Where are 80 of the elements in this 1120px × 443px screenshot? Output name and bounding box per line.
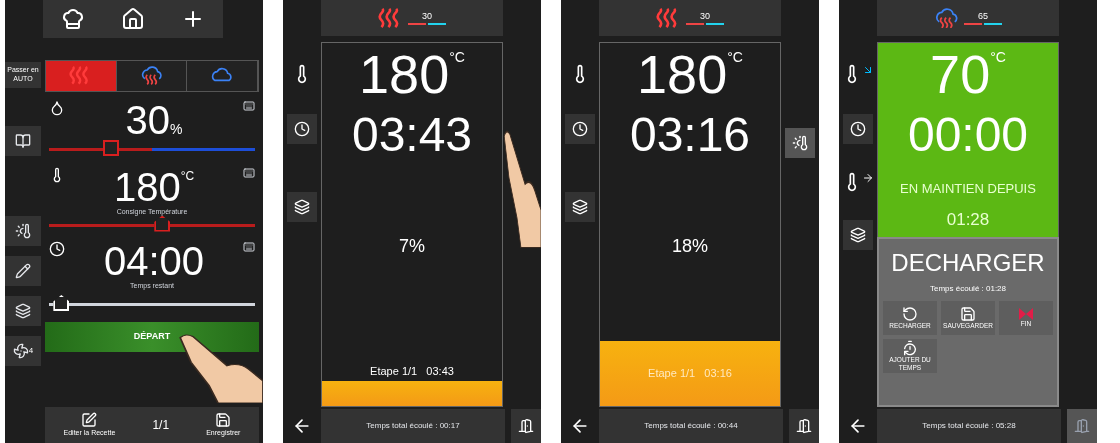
progress-percent: 18% xyxy=(672,235,708,258)
total-time: Temps total écoulé : 05:28 xyxy=(922,420,1016,432)
mode-tab[interactable] xyxy=(116,61,188,91)
dialog-title: DECHARGER xyxy=(891,248,1045,278)
keyboard-icon xyxy=(243,100,255,112)
clock-icon xyxy=(294,121,310,137)
clock-icon xyxy=(49,240,65,257)
side-button[interactable] xyxy=(5,126,41,156)
unit-label: % xyxy=(170,121,183,139)
save-icon xyxy=(960,305,976,322)
probe-icon xyxy=(15,263,31,279)
time-value: 03:43 xyxy=(351,111,473,159)
hold-button[interactable] xyxy=(785,128,815,158)
chef-hat-icon[interactable] xyxy=(61,7,85,31)
step-label: Etape 1/1 03:43 xyxy=(370,364,454,380)
cloud-heat-icon xyxy=(139,66,164,86)
arrow-icon xyxy=(862,64,874,76)
cloud-heat-icon xyxy=(934,7,960,29)
keyboard-icon xyxy=(243,167,255,179)
temperature-value: 70 xyxy=(930,47,991,101)
elapsed-label: Temps écoulé : 01:28 xyxy=(929,283,1006,295)
door-icon xyxy=(796,418,812,434)
keyboard-icon xyxy=(243,240,255,253)
side-button[interactable]: 4 xyxy=(5,336,41,366)
humidity-value: 30 xyxy=(125,100,170,140)
time-value: 04:00 xyxy=(103,240,205,281)
stack-icon xyxy=(572,199,588,215)
multi-timer-button[interactable] xyxy=(843,220,873,250)
multi-timer-button[interactable] xyxy=(287,192,317,222)
humidity-value: 65 xyxy=(978,11,988,21)
multi-timer-button[interactable] xyxy=(565,192,595,222)
side-button[interactable] xyxy=(5,256,41,286)
door-icon xyxy=(518,418,534,434)
unit-label: °C xyxy=(449,48,465,67)
clock-icon xyxy=(850,121,866,137)
stack-icon xyxy=(15,303,31,319)
slider-thumb[interactable] xyxy=(154,215,171,232)
stop-icon xyxy=(1019,307,1033,320)
clock-icon xyxy=(572,121,588,137)
humidity-value: 30 xyxy=(700,11,710,21)
book-icon xyxy=(15,133,31,149)
home-icon[interactable] xyxy=(121,7,145,31)
save-icon xyxy=(215,411,232,428)
page-indicator: 1/1 xyxy=(152,417,170,434)
time-value: 00:00 xyxy=(907,111,1029,159)
side-button[interactable] xyxy=(5,296,41,326)
add-time-icon xyxy=(902,339,918,356)
arrow-icon xyxy=(862,172,874,184)
thermometer-icon xyxy=(792,135,808,151)
unit-label: °C xyxy=(990,48,1006,67)
progress-percent: 7% xyxy=(399,235,425,258)
total-time: Temps total écoulé : 00:44 xyxy=(644,420,738,432)
temperature-value: 180 xyxy=(637,47,728,101)
timer-button[interactable] xyxy=(565,114,595,144)
timer-button[interactable] xyxy=(843,114,873,144)
door-icon xyxy=(1074,418,1090,434)
timer-button[interactable] xyxy=(287,114,317,144)
unit-label: °C xyxy=(727,48,743,67)
step-label: Etape 1/1 03:16 xyxy=(648,366,732,382)
stack-icon xyxy=(294,199,310,215)
total-time: Temps total écoulé : 00:17 xyxy=(366,420,460,432)
stack-icon xyxy=(850,227,866,243)
elapsed-time: 01:28 xyxy=(946,208,990,231)
reload-icon xyxy=(902,305,918,322)
start-button[interactable]: DÉPART xyxy=(45,322,259,352)
droplet-icon xyxy=(49,100,65,116)
door-button[interactable] xyxy=(789,409,819,443)
slider-thumb[interactable] xyxy=(102,140,119,156)
temperature-value: 180 xyxy=(113,167,181,207)
thermometer-icon xyxy=(15,223,31,239)
status-label: EN MAINTIEN DEPUIS xyxy=(900,180,1036,198)
unit-label: °C xyxy=(180,168,195,183)
fan-icon xyxy=(12,343,29,359)
time-value: 03:16 xyxy=(629,111,751,159)
side-button[interactable] xyxy=(5,216,41,246)
door-button[interactable] xyxy=(511,409,541,443)
mode-tab[interactable] xyxy=(187,61,258,91)
temperature-value: 180 xyxy=(359,47,450,101)
edit-icon xyxy=(81,411,98,428)
humidity-value: 30 xyxy=(422,11,432,21)
